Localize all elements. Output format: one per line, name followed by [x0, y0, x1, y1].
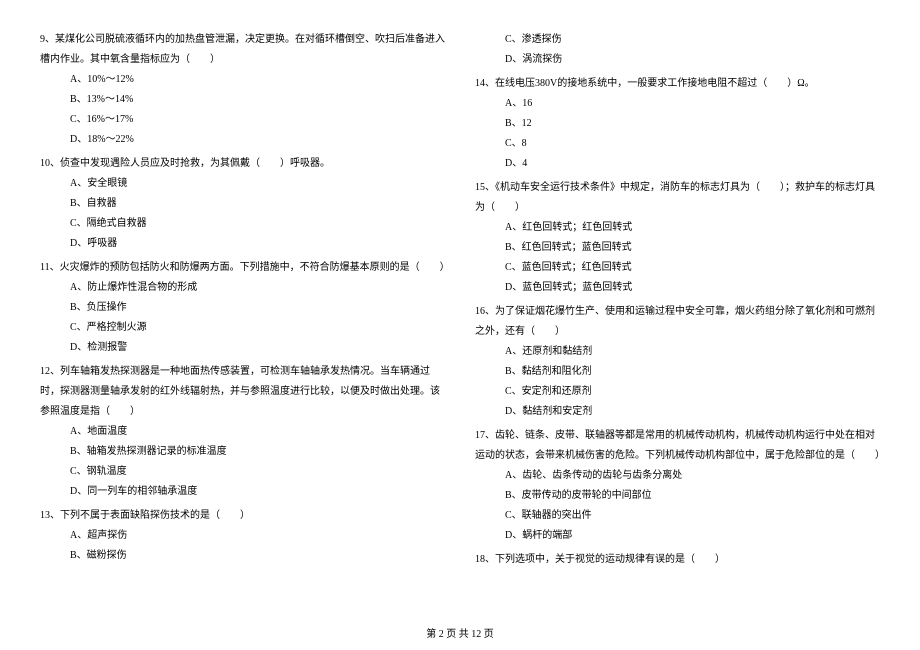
question-text: 11、火灾爆炸的预防包括防火和防爆两方面。下列措施中，不符合防爆基本原则的是（ … — [40, 258, 445, 278]
option-c: C、16%～17% — [40, 110, 445, 130]
option-c: C、钢轨温度 — [40, 462, 445, 482]
question-9: 9、某煤化公司脱硫液循环内的加热盘管泄漏，决定更换。在对循环槽倒空、吹扫后准备进… — [40, 30, 445, 150]
option-a: A、16 — [475, 94, 880, 114]
option-d: D、18%～22% — [40, 130, 445, 150]
question-text: 17、齿轮、链条、皮带、联轴器等都是常用的机械传动机构，机械传动机构运行中处在相… — [475, 426, 880, 466]
option-d: D、涡流探伤 — [475, 50, 880, 70]
question-12: 12、列车轴箱发热探测器是一种地面热传感装置，可检测车轴轴承发热情况。当车辆通过… — [40, 362, 445, 502]
option-a: A、超声探伤 — [40, 526, 445, 546]
option-b: B、黏结剂和阻化剂 — [475, 362, 880, 382]
option-c: C、隔绝式自救器 — [40, 214, 445, 234]
question-15: 15、《机动车安全运行技术条件》中规定，消防车的标志灯具为（ ）；救护车的标志灯… — [475, 178, 880, 298]
option-c: C、渗透探伤 — [475, 30, 880, 50]
page-footer: 第 2 页 共 12 页 — [0, 625, 920, 640]
option-b: B、红色回转式；蓝色回转式 — [475, 238, 880, 258]
option-d: D、检测报警 — [40, 338, 445, 358]
question-text: 10、侦查中发现遇险人员应及时抢救，为其佩戴（ ）呼吸器。 — [40, 154, 445, 174]
question-10: 10、侦查中发现遇险人员应及时抢救，为其佩戴（ ）呼吸器。 A、安全眼镜 B、自… — [40, 154, 445, 254]
question-text: 13、下列不属于表面缺陷探伤技术的是（ ） — [40, 506, 445, 526]
option-d: D、蓝色回转式；蓝色回转式 — [475, 278, 880, 298]
left-column: 9、某煤化公司脱硫液循环内的加热盘管泄漏，决定更换。在对循环槽倒空、吹扫后准备进… — [40, 30, 445, 610]
option-a: A、齿轮、齿条传动的齿轮与齿条分离处 — [475, 466, 880, 486]
question-13-cont: C、渗透探伤 D、涡流探伤 — [475, 30, 880, 70]
question-18: 18、下列选项中，关于视觉的运动规律有误的是（ ） — [475, 550, 880, 570]
question-text: 12、列车轴箱发热探测器是一种地面热传感装置，可检测车轴轴承发热情况。当车辆通过… — [40, 362, 445, 422]
option-d: D、4 — [475, 154, 880, 174]
question-11: 11、火灾爆炸的预防包括防火和防爆两方面。下列措施中，不符合防爆基本原则的是（ … — [40, 258, 445, 358]
option-b: B、磁粉探伤 — [40, 546, 445, 566]
option-a: A、防止爆炸性混合物的形成 — [40, 278, 445, 298]
option-d: D、呼吸器 — [40, 234, 445, 254]
option-b: B、负压操作 — [40, 298, 445, 318]
option-c: C、8 — [475, 134, 880, 154]
option-d: D、蜗杆的端部 — [475, 526, 880, 546]
question-text: 18、下列选项中，关于视觉的运动规律有误的是（ ） — [475, 550, 880, 570]
option-a: A、还原剂和黏结剂 — [475, 342, 880, 362]
option-d: D、同一列车的相邻轴承温度 — [40, 482, 445, 502]
question-text: 9、某煤化公司脱硫液循环内的加热盘管泄漏，决定更换。在对循环槽倒空、吹扫后准备进… — [40, 30, 445, 70]
option-c: C、严格控制火源 — [40, 318, 445, 338]
option-b: B、轴箱发热探测器记录的标准温度 — [40, 442, 445, 462]
option-a: A、10%～12% — [40, 70, 445, 90]
two-column-layout: 9、某煤化公司脱硫液循环内的加热盘管泄漏，决定更换。在对循环槽倒空、吹扫后准备进… — [40, 30, 880, 610]
option-d: D、黏结剂和安定剂 — [475, 402, 880, 422]
option-a: A、红色回转式；红色回转式 — [475, 218, 880, 238]
option-b: B、12 — [475, 114, 880, 134]
option-a: A、地面温度 — [40, 422, 445, 442]
question-16: 16、为了保证烟花爆竹生产、使用和运输过程中安全可靠，烟火药组分除了氧化剂和可燃… — [475, 302, 880, 422]
option-b: B、皮带传动的皮带轮的中间部位 — [475, 486, 880, 506]
question-13: 13、下列不属于表面缺陷探伤技术的是（ ） A、超声探伤 B、磁粉探伤 — [40, 506, 445, 566]
option-b: B、13%～14% — [40, 90, 445, 110]
question-text: 15、《机动车安全运行技术条件》中规定，消防车的标志灯具为（ ）；救护车的标志灯… — [475, 178, 880, 218]
option-c: C、安定剂和还原剂 — [475, 382, 880, 402]
question-14: 14、在线电压380V的接地系统中，一般要求工作接地电阻不超过（ ）Ω。 A、1… — [475, 74, 880, 174]
question-text: 14、在线电压380V的接地系统中，一般要求工作接地电阻不超过（ ）Ω。 — [475, 74, 880, 94]
question-text: 16、为了保证烟花爆竹生产、使用和运输过程中安全可靠，烟火药组分除了氧化剂和可燃… — [475, 302, 880, 342]
option-c: C、联轴器的突出件 — [475, 506, 880, 526]
option-a: A、安全眼镜 — [40, 174, 445, 194]
option-b: B、自救器 — [40, 194, 445, 214]
question-17: 17、齿轮、链条、皮带、联轴器等都是常用的机械传动机构，机械传动机构运行中处在相… — [475, 426, 880, 546]
option-c: C、蓝色回转式；红色回转式 — [475, 258, 880, 278]
right-column: C、渗透探伤 D、涡流探伤 14、在线电压380V的接地系统中，一般要求工作接地… — [475, 30, 880, 610]
